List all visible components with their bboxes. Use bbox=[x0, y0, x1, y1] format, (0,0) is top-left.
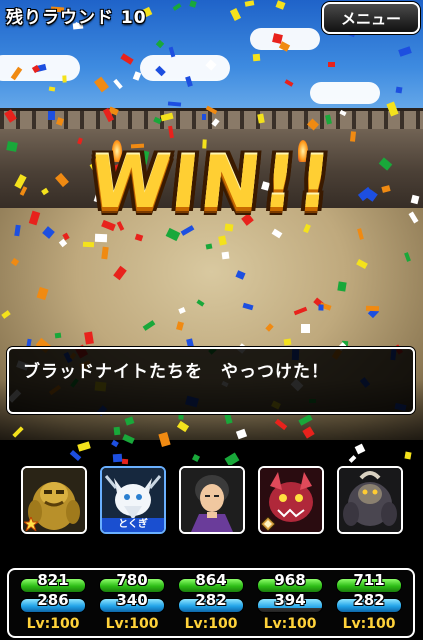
mp-value: 394 bbox=[274, 591, 306, 609]
gorilla-beast-monster-art bbox=[339, 468, 401, 532]
mp-value: 286 bbox=[37, 591, 69, 609]
shield-icon bbox=[261, 517, 275, 531]
win-banner: WIN!! bbox=[86, 140, 337, 224]
level-label: Lv:100 bbox=[263, 616, 317, 632]
portrait-white-wolf-monster[interactable]: とくぎ bbox=[100, 466, 166, 534]
hp-value: 780 bbox=[116, 571, 148, 589]
portrait-golden-monster[interactable] bbox=[21, 466, 87, 534]
portrait-gorilla-beast-monster[interactable] bbox=[337, 466, 403, 534]
hp-value: 864 bbox=[195, 571, 227, 589]
stat-block-gorilla-beast-monster: 711 282 Lv:100 bbox=[334, 570, 404, 636]
level-label: Lv:100 bbox=[342, 616, 396, 632]
cloud bbox=[310, 82, 380, 104]
hero-character-art bbox=[181, 468, 243, 532]
mp-value: 282 bbox=[195, 591, 227, 609]
stat-block-white-wolf-monster: 780 340 Lv:100 bbox=[97, 570, 167, 636]
stat-block-hero-character: 864 282 Lv:100 bbox=[176, 570, 246, 636]
level-label: Lv:100 bbox=[26, 616, 80, 632]
level-label: Lv:100 bbox=[105, 616, 159, 632]
mp-value: 340 bbox=[116, 591, 148, 609]
cloud bbox=[0, 55, 80, 81]
battle-message-text: ブラッドナイトたちを やっつけた！ bbox=[23, 362, 329, 382]
portrait-skill-tag: とくぎ bbox=[102, 518, 164, 532]
hp-value: 711 bbox=[353, 571, 385, 589]
arena-railing bbox=[0, 108, 423, 129]
stat-block-golden-monster: 821 286 Lv:100 bbox=[18, 570, 88, 636]
portrait-hero-character[interactable] bbox=[179, 466, 245, 534]
remaining-rounds-label: 残りラウンド 10 bbox=[6, 8, 147, 28]
burst-icon bbox=[24, 517, 38, 531]
cloud bbox=[140, 55, 230, 81]
hp-value: 968 bbox=[274, 571, 306, 589]
menu-button[interactable]: メニュー bbox=[322, 2, 420, 34]
mp-value: 282 bbox=[353, 591, 385, 609]
hp-value: 821 bbox=[37, 571, 69, 589]
battle-screen: 残りラウンド 10 メニュー WIN!! ブラッドナイトたちを やっつけた！ と… bbox=[0, 0, 423, 640]
battle-message-box[interactable]: ブラッドナイトたちを やっつけた！ bbox=[7, 347, 415, 414]
party-portraits: とくぎ bbox=[0, 466, 423, 536]
level-label: Lv:100 bbox=[184, 616, 238, 632]
portrait-red-demon-monster[interactable] bbox=[258, 466, 324, 534]
party-stats-panel: 821 286 Lv:100 780 340 Lv:100 864 282 Lv… bbox=[7, 568, 415, 638]
cloud bbox=[250, 28, 320, 50]
stat-block-red-demon-monster: 968 394 Lv:100 bbox=[255, 570, 325, 636]
